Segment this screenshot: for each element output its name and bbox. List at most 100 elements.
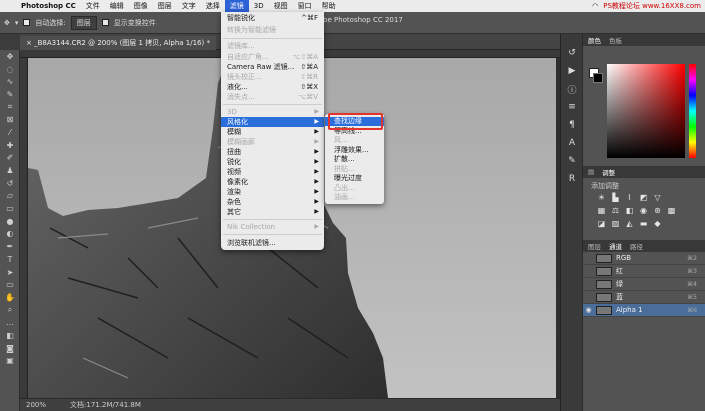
foreground-background-colors[interactable]: ◧ (0, 329, 20, 342)
curves-icon[interactable]: ⌇ (625, 193, 634, 202)
menu-item-vanishing-point[interactable]: 消失点... ⌥⌘V (221, 92, 324, 102)
submenu-item-contour[interactable]: 等高线... (325, 127, 384, 136)
channel-mixer-icon[interactable]: ⊛ (653, 206, 662, 215)
stamp-tool-icon[interactable]: ♟ (0, 164, 20, 177)
menu-item-stylize[interactable]: 风格化 ▶ (221, 117, 324, 127)
submenu-item-solarize[interactable]: 曝光过度 (325, 174, 384, 183)
color-field[interactable] (607, 64, 685, 158)
dodge-tool-icon[interactable]: ◐ (0, 228, 20, 241)
glyphs-icon[interactable]: R (561, 170, 583, 188)
submenu-item-oil-paint[interactable]: 油画... (325, 193, 384, 202)
crop-tool-icon[interactable]: ⌗ (0, 101, 20, 114)
menu-help[interactable]: 帮助 (317, 0, 341, 12)
frame-tool-icon[interactable]: ⊠ (0, 113, 20, 126)
submenu-item-extrude[interactable]: 凸出... (325, 184, 384, 193)
info-icon[interactable]: ⓘ (561, 80, 583, 98)
submenu-item-diffuse[interactable]: 扩散... (325, 155, 384, 164)
wifi-icon[interactable]: ◠ (592, 2, 598, 10)
photo-filter-icon[interactable]: ◉ (639, 206, 648, 215)
tool-preset-icon[interactable]: ▾ (15, 19, 19, 27)
menu-view[interactable]: 视图 (269, 0, 293, 12)
marquee-tool-icon[interactable]: ◌ (0, 63, 20, 76)
menu-3d[interactable]: 3D (249, 0, 269, 12)
menu-item-other[interactable]: 其它 ▶ (221, 207, 324, 217)
auto-select-checkbox[interactable] (23, 19, 31, 26)
tab-swatches[interactable]: 色板 (609, 35, 622, 45)
menu-item-blur[interactable]: 模糊 ▶ (221, 127, 324, 137)
type-tool-icon[interactable]: T (0, 253, 20, 266)
color-lookup-icon[interactable]: ▩ (667, 206, 676, 215)
exposure-icon[interactable]: ◩ (639, 193, 648, 202)
menu-layer[interactable]: 图层 (153, 0, 177, 12)
submenu-item-find-edges[interactable]: 查找边缘 (325, 117, 384, 127)
hue-slider[interactable] (689, 64, 696, 158)
hue-saturation-icon[interactable]: ▦ (597, 206, 606, 215)
menu-item-distort[interactable]: 扭曲 ▶ (221, 147, 324, 157)
quick-mask-icon[interactable]: ◙ (0, 342, 20, 355)
tab-adjustments[interactable]: 调整 (602, 167, 615, 177)
menu-edit[interactable]: 编辑 (105, 0, 129, 12)
character-icon[interactable]: A (561, 134, 583, 152)
paragraph-icon[interactable]: ¶ (561, 116, 583, 134)
gradient-tool-icon[interactable]: ▭ (0, 202, 20, 215)
channel-row-selected[interactable]: ◉ Alpha 1 ⌘6 (583, 304, 705, 317)
menu-item-blur-gallery[interactable]: 模糊画廊 ▶ (221, 137, 324, 147)
show-transform-checkbox[interactable] (101, 19, 109, 26)
zoom-level[interactable]: 200% (26, 401, 46, 409)
menu-item-camera-raw[interactable]: Camera Raw 滤镜... ⇧⌘A (221, 62, 324, 72)
pen-tool-icon[interactable]: ✒ (0, 240, 20, 253)
menu-item-adaptive-wide-angle[interactable]: 自适应广角... ⌥⇧⌘A (221, 52, 324, 62)
menu-item-filter-gallery[interactable]: 滤镜库... (221, 41, 324, 51)
channel-row[interactable]: RGB ⌘2 (583, 252, 705, 265)
brush-settings-icon[interactable]: ✎ (561, 152, 583, 170)
path-select-tool-icon[interactable]: ➤ (0, 266, 20, 279)
menu-file[interactable]: 文件 (81, 0, 105, 12)
menu-item-video[interactable]: 视频 ▶ (221, 167, 324, 177)
auto-select-dropdown[interactable]: 图层 (70, 15, 97, 30)
menu-item-noise[interactable]: 杂色 ▶ (221, 197, 324, 207)
tab-layers[interactable]: 图层 (588, 241, 601, 251)
menu-item-smart-sharpen[interactable]: 智能锐化 ^⌘F (221, 13, 324, 23)
submenu-item-emboss[interactable]: 浮雕效果... (325, 146, 384, 155)
submenu-item-wind[interactable]: 风... (325, 136, 384, 145)
shape-tool-icon[interactable]: ▭ (0, 278, 20, 291)
posterize-icon[interactable]: ▨ (611, 219, 620, 228)
properties-icon[interactable]: ≡ (561, 98, 583, 116)
channel-row[interactable]: 蓝 ⌘5 (583, 291, 705, 304)
healing-tool-icon[interactable]: ✚ (0, 139, 20, 152)
channel-row[interactable]: 绿 ⌘4 (583, 278, 705, 291)
eye-icon[interactable]: ◉ (583, 306, 594, 314)
zoom-tool-icon[interactable]: ⌕ (0, 304, 20, 317)
blur-tool-icon[interactable]: ● (0, 215, 20, 228)
color-balance-icon[interactable]: ⚖ (611, 206, 620, 215)
hand-tool-icon[interactable]: ✋ (0, 291, 20, 304)
tab-color[interactable]: 颜色 (588, 35, 601, 45)
app-menu[interactable]: Photoshop CC (16, 0, 81, 12)
menu-item-3d[interactable]: 3D ▶ (221, 107, 324, 117)
tab-paths[interactable]: 路径 (630, 241, 643, 251)
menu-type[interactable]: 文字 (177, 0, 201, 12)
menu-window[interactable]: 窗口 (293, 0, 317, 12)
menu-item-convert-smart-filter[interactable]: 转换为智能滤镜 (221, 25, 324, 35)
history-icon[interactable]: ↺ (561, 44, 583, 62)
menu-item-liquify[interactable]: 液化... ⇧⌘X (221, 82, 324, 92)
vibrance-icon[interactable]: ▽ (653, 193, 662, 202)
menu-item-sharpen[interactable]: 锐化 ▶ (221, 157, 324, 167)
selective-color-icon[interactable]: ◆ (653, 219, 662, 228)
levels-icon[interactable]: ▙ (611, 193, 620, 202)
invert-icon[interactable]: ◪ (597, 219, 606, 228)
menu-filter[interactable]: 滤镜 (224, 0, 249, 12)
lasso-tool-icon[interactable]: ∿ (0, 75, 20, 88)
black-white-icon[interactable]: ◧ (625, 206, 634, 215)
channel-row[interactable]: 红 ⌘3 (583, 265, 705, 278)
quick-select-tool-icon[interactable]: ✎ (0, 88, 20, 101)
submenu-item-tiles[interactable]: 拼贴... (325, 165, 384, 174)
brush-tool-icon[interactable]: ✐ (0, 152, 20, 165)
tab-libraries[interactable]: ▤ (588, 168, 594, 176)
menu-item-render[interactable]: 渲染 ▶ (221, 187, 324, 197)
menu-item-nik-collection[interactable]: Nik Collection ▶ (221, 222, 324, 232)
brightness-icon[interactable]: ☀ (597, 193, 606, 202)
move-tool-icon[interactable]: ✥ (4, 19, 10, 27)
threshold-icon[interactable]: ◭ (625, 219, 634, 228)
menu-item-lens-correction[interactable]: 镜头校正... ⇧⌘R (221, 72, 324, 82)
